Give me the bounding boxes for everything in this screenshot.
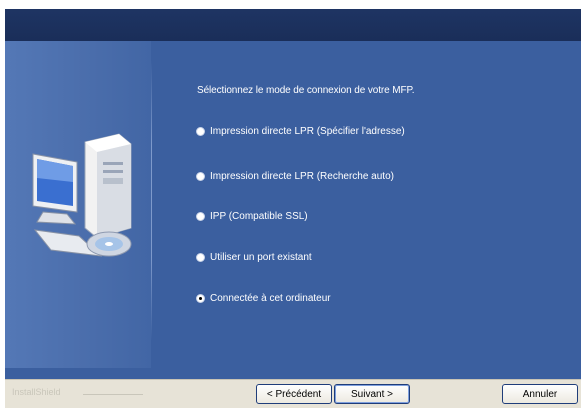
radio-label: Utiliser un port existant bbox=[210, 252, 312, 263]
header-band bbox=[5, 9, 581, 41]
radio-dot bbox=[199, 297, 202, 300]
installer-window: InstallShield < Précédent Suivant > Annu… bbox=[5, 9, 581, 408]
radio-button[interactable] bbox=[196, 294, 205, 303]
radio-label: Impression directe LPR (Recherche auto) bbox=[210, 171, 394, 182]
next-button[interactable]: Suivant > bbox=[334, 384, 410, 404]
footer-bar: InstallShield < Précédent Suivant > Annu… bbox=[5, 379, 581, 408]
option-existing-port-radio[interactable]: Utiliser un port existant bbox=[196, 252, 312, 263]
radio-label: Connectée à cet ordinateur bbox=[210, 293, 331, 304]
option-local-connection-radio[interactable]: Connectée à cet ordinateur bbox=[196, 293, 331, 304]
brand-divider bbox=[83, 394, 143, 395]
connection-prompt: Sélectionnez le mode de connexion de vot… bbox=[197, 85, 415, 96]
cancel-button[interactable]: Annuler bbox=[502, 384, 578, 404]
option-ipp-ssl-radio[interactable]: IPP (Compatible SSL) bbox=[196, 211, 308, 222]
installshield-brand: InstallShield bbox=[12, 387, 61, 397]
computer-cd-icon bbox=[32, 133, 132, 257]
option-lpr-address-radio[interactable]: Impression directe LPR (Spécifier l'adre… bbox=[196, 126, 405, 137]
back-button[interactable]: < Précédent bbox=[256, 384, 332, 404]
panel-divider bbox=[151, 61, 152, 341]
radio-button[interactable] bbox=[196, 127, 205, 136]
radio-button[interactable] bbox=[196, 212, 205, 221]
radio-button[interactable] bbox=[196, 253, 205, 262]
radio-label: IPP (Compatible SSL) bbox=[210, 211, 308, 222]
option-lpr-auto-radio[interactable]: Impression directe LPR (Recherche auto) bbox=[196, 171, 394, 182]
radio-button[interactable] bbox=[196, 172, 205, 181]
radio-label: Impression directe LPR (Spécifier l'adre… bbox=[210, 126, 405, 137]
